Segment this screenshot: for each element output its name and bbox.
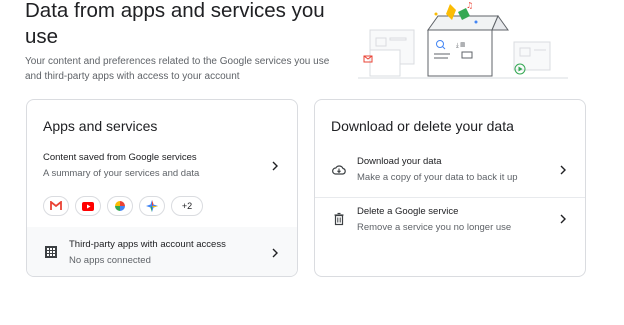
apps-and-services-card: Apps and services Content saved from Goo… [26,99,298,277]
content-saved-row[interactable]: Content saved from Google services A sum… [27,144,297,186]
download-card-title: Download or delete your data [331,118,514,134]
apps-grid-icon [44,245,58,259]
chevron-right-icon [557,164,569,176]
svg-text:♫: ♫ [466,1,473,10]
photos-icon[interactable] [107,196,133,216]
page-title: Data from apps and services you use [25,0,325,48]
data-box-illustration: ⤓ ▤ ♫ [358,1,568,79]
cloud-download-icon [332,163,346,177]
service-chips: +2 [43,196,203,216]
gmail-icon[interactable] [43,196,69,216]
third-party-description: No apps connected [69,255,151,266]
youtube-icon[interactable] [75,196,101,216]
apps-card-title: Apps and services [43,118,158,134]
third-party-apps-row[interactable]: Third-party apps with account access No … [27,227,297,276]
trash-icon [332,212,346,226]
more-services-chip[interactable]: +2 [171,196,203,216]
delete-service-title: Delete a Google service [357,206,459,217]
content-saved-title: Content saved from Google services [43,152,197,163]
chevron-right-icon [269,160,281,172]
delete-service-description: Remove a service you no longer use [357,222,512,233]
chevron-right-icon [269,247,281,259]
download-data-title: Download your data [357,156,442,167]
download-delete-card: Download or delete your data Download yo… [314,99,586,277]
chevron-right-icon [557,213,569,225]
download-data-row[interactable]: Download your data Make a copy of your d… [315,146,585,196]
svg-text:⤓ ▤: ⤓ ▤ [456,42,465,49]
delete-service-row[interactable]: Delete a Google service Remove a service… [315,198,585,248]
third-party-title: Third-party apps with account access [69,239,226,250]
content-saved-description: A summary of your services and data [43,168,200,179]
page-subtitle: Your content and preferences related to … [25,56,330,82]
download-data-description: Make a copy of your data to back it up [357,172,518,183]
pay-icon[interactable] [139,196,165,216]
